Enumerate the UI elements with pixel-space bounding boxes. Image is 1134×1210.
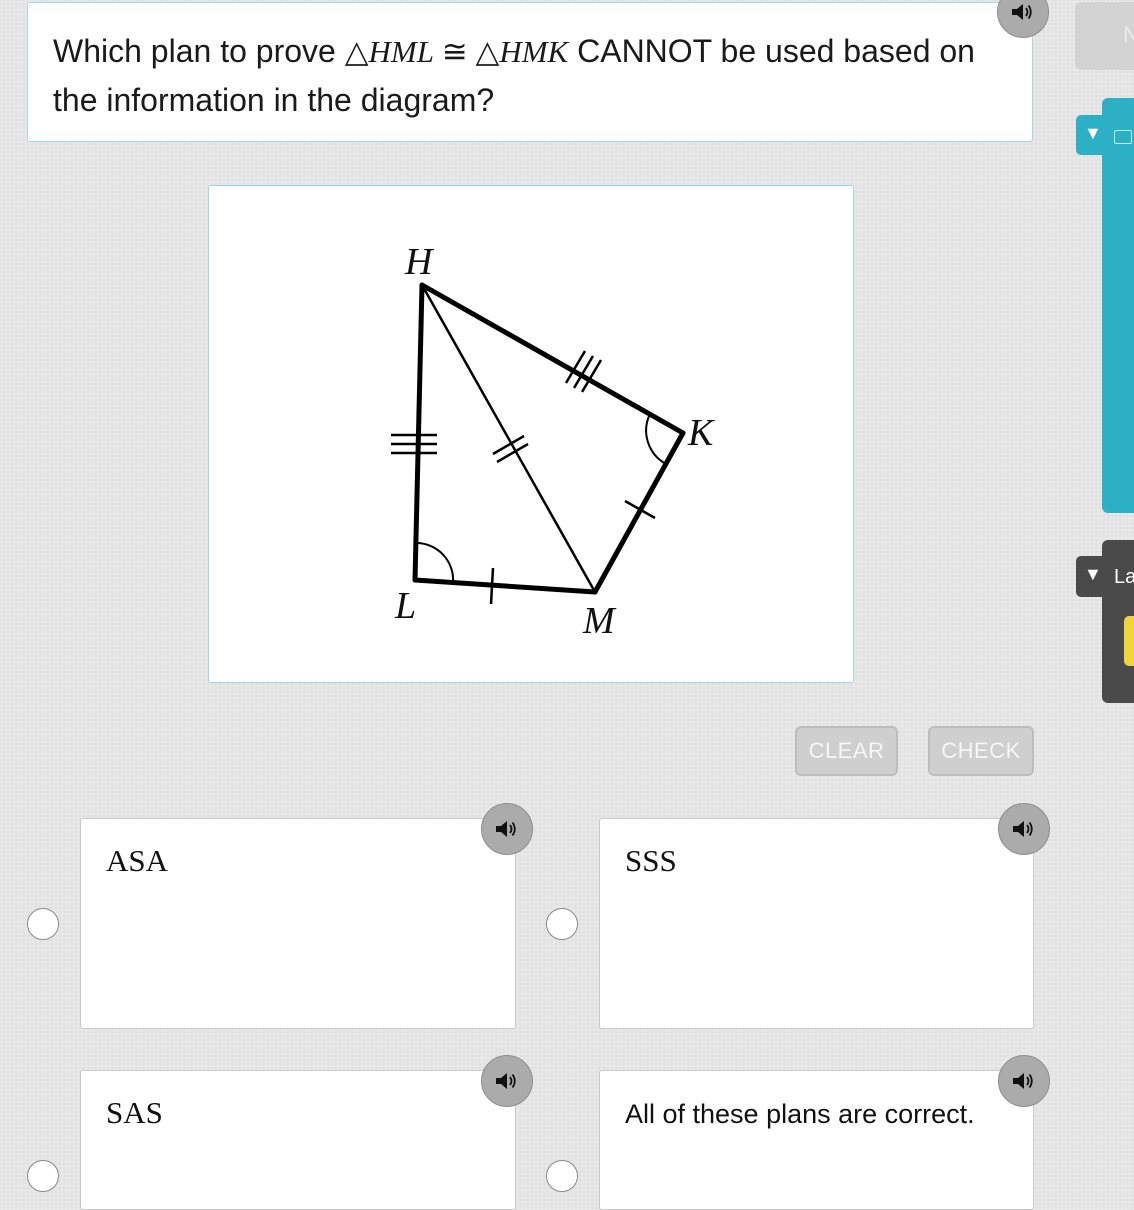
single-tick-lm <box>489 567 495 605</box>
choice-speaker-button-sas[interactable] <box>481 1055 533 1107</box>
triangle-down-icon: ▼ <box>1084 564 1102 584</box>
choice-label-sss: SSS <box>625 843 677 878</box>
question-prompt: Which plan to prove △HML ≅ △HMK CANNOT b… <box>27 2 1033 142</box>
triangle-symbol-1: △ <box>344 34 369 69</box>
next-button[interactable]: N <box>1075 2 1134 70</box>
triangle-symbol-2: △ <box>475 34 500 69</box>
triple-tick-lh <box>391 433 437 455</box>
tools-panel <box>1102 98 1134 513</box>
choice-label-sas: SAS <box>106 1095 163 1130</box>
point-label-h: H <box>404 241 435 283</box>
point-label-k: K <box>687 412 715 454</box>
choice-speaker-button-all[interactable] <box>998 1055 1050 1107</box>
speaker-icon <box>496 1073 516 1089</box>
segment-hm-diagonal <box>420 283 597 594</box>
question-math: △HML ≅ △HMK <box>345 34 569 69</box>
triangle-down-icon: ▼ <box>1084 123 1102 143</box>
point-label-l: L <box>394 585 416 627</box>
language-toggle-switch[interactable] <box>1124 616 1134 666</box>
question-text-before: Which plan to prove <box>53 33 345 69</box>
congruent-symbol: ≅ <box>434 34 476 69</box>
choice-label-asa: ASA <box>106 843 169 878</box>
point-label-m: M <box>582 600 617 642</box>
angle-arc-l <box>415 541 455 584</box>
tools-panel-toggle[interactable]: ▼ <box>1076 115 1132 155</box>
choice-radio-asa[interactable] <box>27 908 59 940</box>
check-button[interactable]: CHECK <box>928 726 1034 776</box>
speaker-icon <box>1013 821 1033 837</box>
choice-radio-sas[interactable] <box>27 1160 59 1192</box>
next-button-label: N <box>1123 22 1134 47</box>
choice-radio-all[interactable] <box>546 1160 578 1192</box>
segment-hk <box>419 282 686 436</box>
choice-speaker-button-asa[interactable] <box>481 803 533 855</box>
choice-card-sss[interactable]: SSS <box>599 818 1034 1029</box>
speaker-icon <box>1013 1073 1033 1089</box>
language-tab-label: La <box>1114 566 1134 588</box>
choice-speaker-button-sss[interactable] <box>998 803 1050 855</box>
choice-label-all: All of these plans are correct. <box>625 1099 975 1129</box>
clear-button[interactable]: CLEAR <box>795 726 898 776</box>
question-text: Which plan to prove △HML ≅ △HMK CANNOT b… <box>53 27 993 124</box>
triangle-name-2: HMK <box>499 34 569 69</box>
segment-km <box>592 430 686 595</box>
triangle-name-1: HML <box>368 34 434 69</box>
diagram-card: H K L M <box>208 185 854 683</box>
choice-radio-sss[interactable] <box>546 908 578 940</box>
language-panel-toggle[interactable]: ▼ La <box>1076 556 1134 597</box>
calculator-icon <box>1114 130 1132 144</box>
speaker-icon <box>496 821 516 837</box>
quadrilateral-diagram: H K L M <box>391 241 715 642</box>
choice-card-sas[interactable]: SAS <box>80 1070 516 1210</box>
segment-ml <box>412 577 598 595</box>
choice-card-asa[interactable]: ASA <box>80 818 516 1029</box>
choice-card-all[interactable]: All of these plans are correct. <box>599 1070 1034 1210</box>
segment-lh <box>412 282 425 583</box>
speaker-icon <box>1012 4 1032 20</box>
